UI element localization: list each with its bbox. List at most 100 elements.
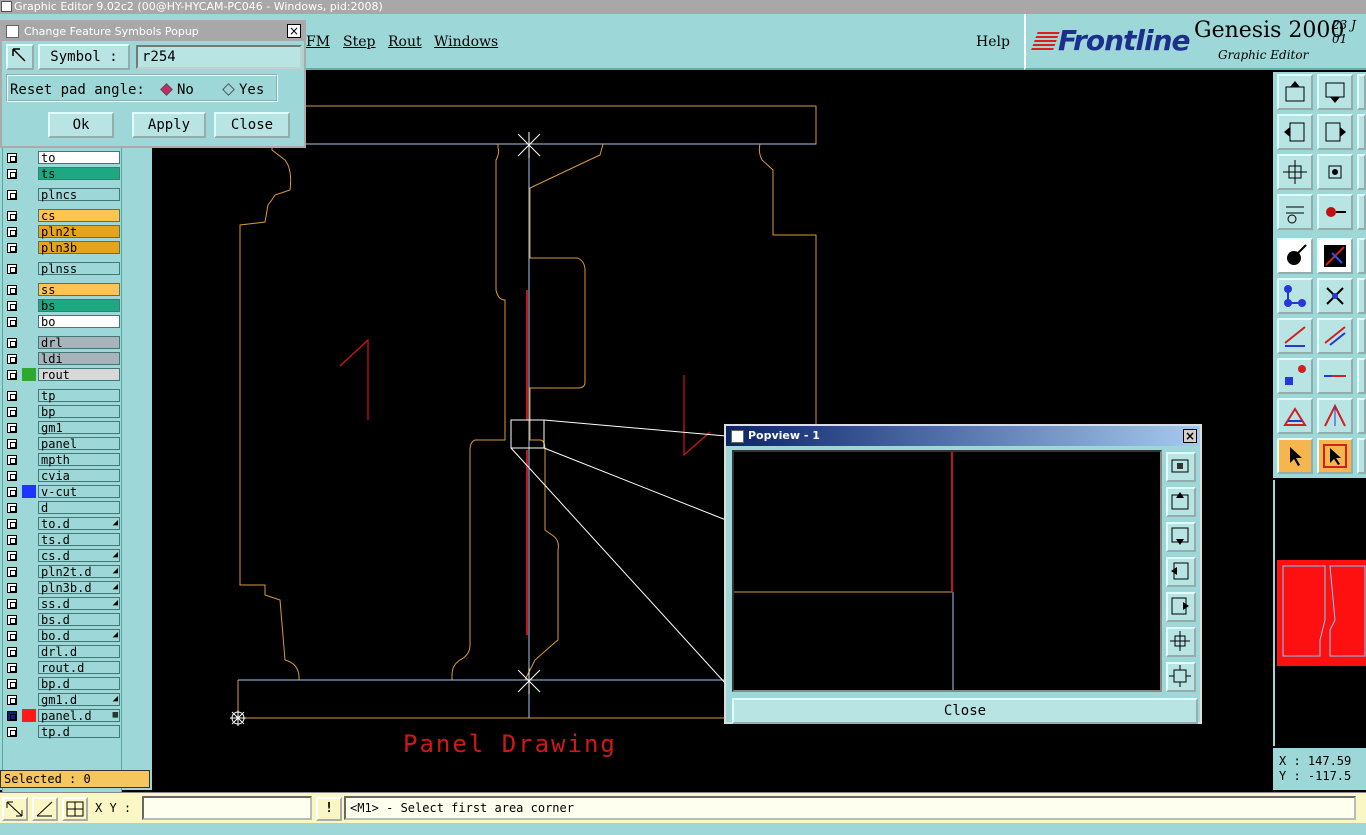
settings-button[interactable] bbox=[1277, 194, 1313, 230]
layer-checkbox[interactable] bbox=[7, 317, 17, 327]
layer-row-panel[interactable]: panel bbox=[4, 436, 122, 451]
layer-row-gm1-d[interactable]: gm1.d ◢ bbox=[4, 692, 122, 707]
pan-left-button[interactable] bbox=[1277, 114, 1313, 150]
layer-checkbox[interactable] bbox=[7, 551, 17, 561]
layer-row-bo-d[interactable]: bo.d ◢ bbox=[4, 628, 122, 643]
layer-name[interactable]: panel.d bbox=[38, 709, 120, 723]
layer-name[interactable]: to bbox=[38, 151, 120, 165]
layer-row-plnss[interactable]: plnss bbox=[4, 261, 122, 276]
layer-row-ss[interactable]: ss bbox=[4, 282, 122, 297]
clipped-tool-6[interactable] bbox=[1357, 278, 1366, 314]
xy-input[interactable] bbox=[142, 796, 312, 820]
layer-name[interactable]: ss.d bbox=[38, 597, 120, 611]
layer-checkbox[interactable] bbox=[7, 615, 17, 625]
layer-row-ss-d[interactable]: ss.d ◢ bbox=[4, 596, 122, 611]
layer-row-pln2t[interactable]: pln2t bbox=[4, 224, 122, 239]
layer-checkbox[interactable] bbox=[7, 631, 17, 641]
symbol-label-button[interactable]: Symbol : bbox=[38, 44, 130, 70]
clipped-tool-2[interactable] bbox=[1357, 114, 1366, 150]
layer-row-d[interactable]: d bbox=[4, 500, 122, 515]
layer-row-ldi[interactable]: ldi bbox=[4, 351, 122, 366]
layer-name[interactable]: pln2t bbox=[38, 225, 120, 239]
alert-button[interactable]: ! bbox=[316, 797, 342, 821]
layer-name[interactable]: to.d bbox=[38, 517, 120, 531]
layer-checkbox[interactable] bbox=[7, 301, 17, 311]
resize-button[interactable] bbox=[1277, 358, 1313, 394]
popview-close-button[interactable]: Close bbox=[732, 698, 1198, 724]
layer-name[interactable]: panel bbox=[38, 437, 120, 451]
layer-name[interactable]: bo.d bbox=[38, 629, 120, 643]
copy-line-button[interactable] bbox=[1317, 318, 1353, 354]
measure-button[interactable] bbox=[1317, 194, 1353, 230]
layer-row-drl[interactable]: drl bbox=[4, 335, 122, 350]
popview-zoom-out-button[interactable] bbox=[1166, 662, 1196, 692]
layer-name[interactable]: bp.d bbox=[38, 677, 120, 691]
symbol-input[interactable] bbox=[136, 45, 302, 69]
add-line-button[interactable] bbox=[1317, 238, 1353, 274]
layer-row-bp-d[interactable]: bp.d bbox=[4, 676, 122, 691]
layer-checkbox[interactable] bbox=[7, 169, 17, 179]
layer-name[interactable]: ts bbox=[38, 167, 120, 181]
layer-checkbox[interactable] bbox=[7, 423, 17, 433]
zoom-home-button[interactable] bbox=[1277, 74, 1313, 110]
popview-pan-left-button[interactable] bbox=[1166, 557, 1196, 587]
layer-name[interactable]: bo bbox=[38, 315, 120, 329]
menu-windows[interactable]: Windows bbox=[434, 34, 498, 50]
clipped-tool-1[interactable] bbox=[1357, 74, 1366, 110]
layer-checkbox[interactable] bbox=[7, 567, 17, 577]
layer-checkbox[interactable] bbox=[7, 679, 17, 689]
layer-checkbox[interactable] bbox=[7, 487, 17, 497]
layer-checkbox[interactable] bbox=[7, 227, 17, 237]
popview-pan-down-button[interactable] bbox=[1166, 522, 1196, 552]
layer-name[interactable]: rout.d bbox=[38, 661, 120, 675]
popview-zoom-fit-button[interactable] bbox=[1166, 452, 1196, 482]
clipped-tool-9[interactable] bbox=[1357, 398, 1366, 434]
layer-checkbox[interactable] bbox=[7, 338, 17, 348]
layer-name[interactable]: tp.d bbox=[38, 725, 120, 739]
layer-checkbox[interactable] bbox=[7, 407, 17, 417]
layer-checkbox[interactable] bbox=[7, 727, 17, 737]
layer-name[interactable]: cs.d bbox=[38, 549, 120, 563]
layer-name[interactable]: plnss bbox=[38, 262, 120, 276]
layer-row-panel-d[interactable]: panel.d ▦ bbox=[4, 708, 122, 723]
layer-checkbox[interactable] bbox=[7, 455, 17, 465]
layer-name[interactable]: gm1.d bbox=[38, 693, 120, 707]
layer-name[interactable]: plncs bbox=[38, 188, 120, 202]
layer-name[interactable]: cs bbox=[38, 209, 120, 223]
menu-help[interactable]: Help bbox=[976, 34, 1010, 50]
clipped-tool-5[interactable] bbox=[1357, 238, 1366, 274]
grid-snap-button[interactable] bbox=[62, 797, 88, 821]
layer-name[interactable]: v-cut bbox=[38, 485, 120, 499]
layer-row-plncs[interactable]: plncs bbox=[4, 187, 122, 202]
connect-button[interactable] bbox=[1277, 278, 1313, 314]
clipped-tool-10[interactable] bbox=[1357, 438, 1366, 474]
layer-checkbox[interactable] bbox=[7, 211, 17, 221]
layer-name[interactable]: drl.d bbox=[38, 645, 120, 659]
layer-row-to-d[interactable]: to.d ◢ bbox=[4, 516, 122, 531]
layer-row-bs[interactable]: bs bbox=[4, 298, 122, 313]
layer-row-pln3b[interactable]: pln3b bbox=[4, 240, 122, 255]
split-button[interactable] bbox=[1317, 358, 1353, 394]
layer-row-drl-d[interactable]: drl.d bbox=[4, 644, 122, 659]
close-button[interactable]: Close bbox=[214, 112, 290, 138]
apply-button[interactable]: Apply bbox=[132, 112, 206, 138]
layer-checkbox[interactable] bbox=[7, 370, 17, 380]
layer-name[interactable]: drl bbox=[38, 336, 120, 350]
layer-checkbox[interactable] bbox=[7, 153, 17, 163]
popview-zoom-in-button[interactable] bbox=[1166, 627, 1196, 657]
popview-pan-up-button[interactable] bbox=[1166, 487, 1196, 517]
intersect-button[interactable] bbox=[1317, 278, 1353, 314]
zoom-in-button[interactable] bbox=[1277, 154, 1313, 190]
layer-name[interactable]: mpth bbox=[38, 453, 120, 467]
layer-name[interactable]: gm1 bbox=[38, 421, 120, 435]
layer-row-ts-d[interactable]: ts.d bbox=[4, 532, 122, 547]
move-line-button[interactable] bbox=[1277, 318, 1313, 354]
layer-row-tp-d[interactable]: tp.d bbox=[4, 724, 122, 739]
layer-name[interactable]: cvia bbox=[38, 469, 120, 483]
add-pad-button[interactable] bbox=[1277, 238, 1313, 274]
layer-row-bs-d[interactable]: bs.d bbox=[4, 612, 122, 627]
layer-row-pln2t-d[interactable]: pln2t.d ◢ bbox=[4, 564, 122, 579]
layer-checkbox[interactable] bbox=[7, 391, 17, 401]
menu-fm[interactable]: FM bbox=[306, 34, 330, 50]
popview-viewport[interactable] bbox=[732, 450, 1162, 692]
